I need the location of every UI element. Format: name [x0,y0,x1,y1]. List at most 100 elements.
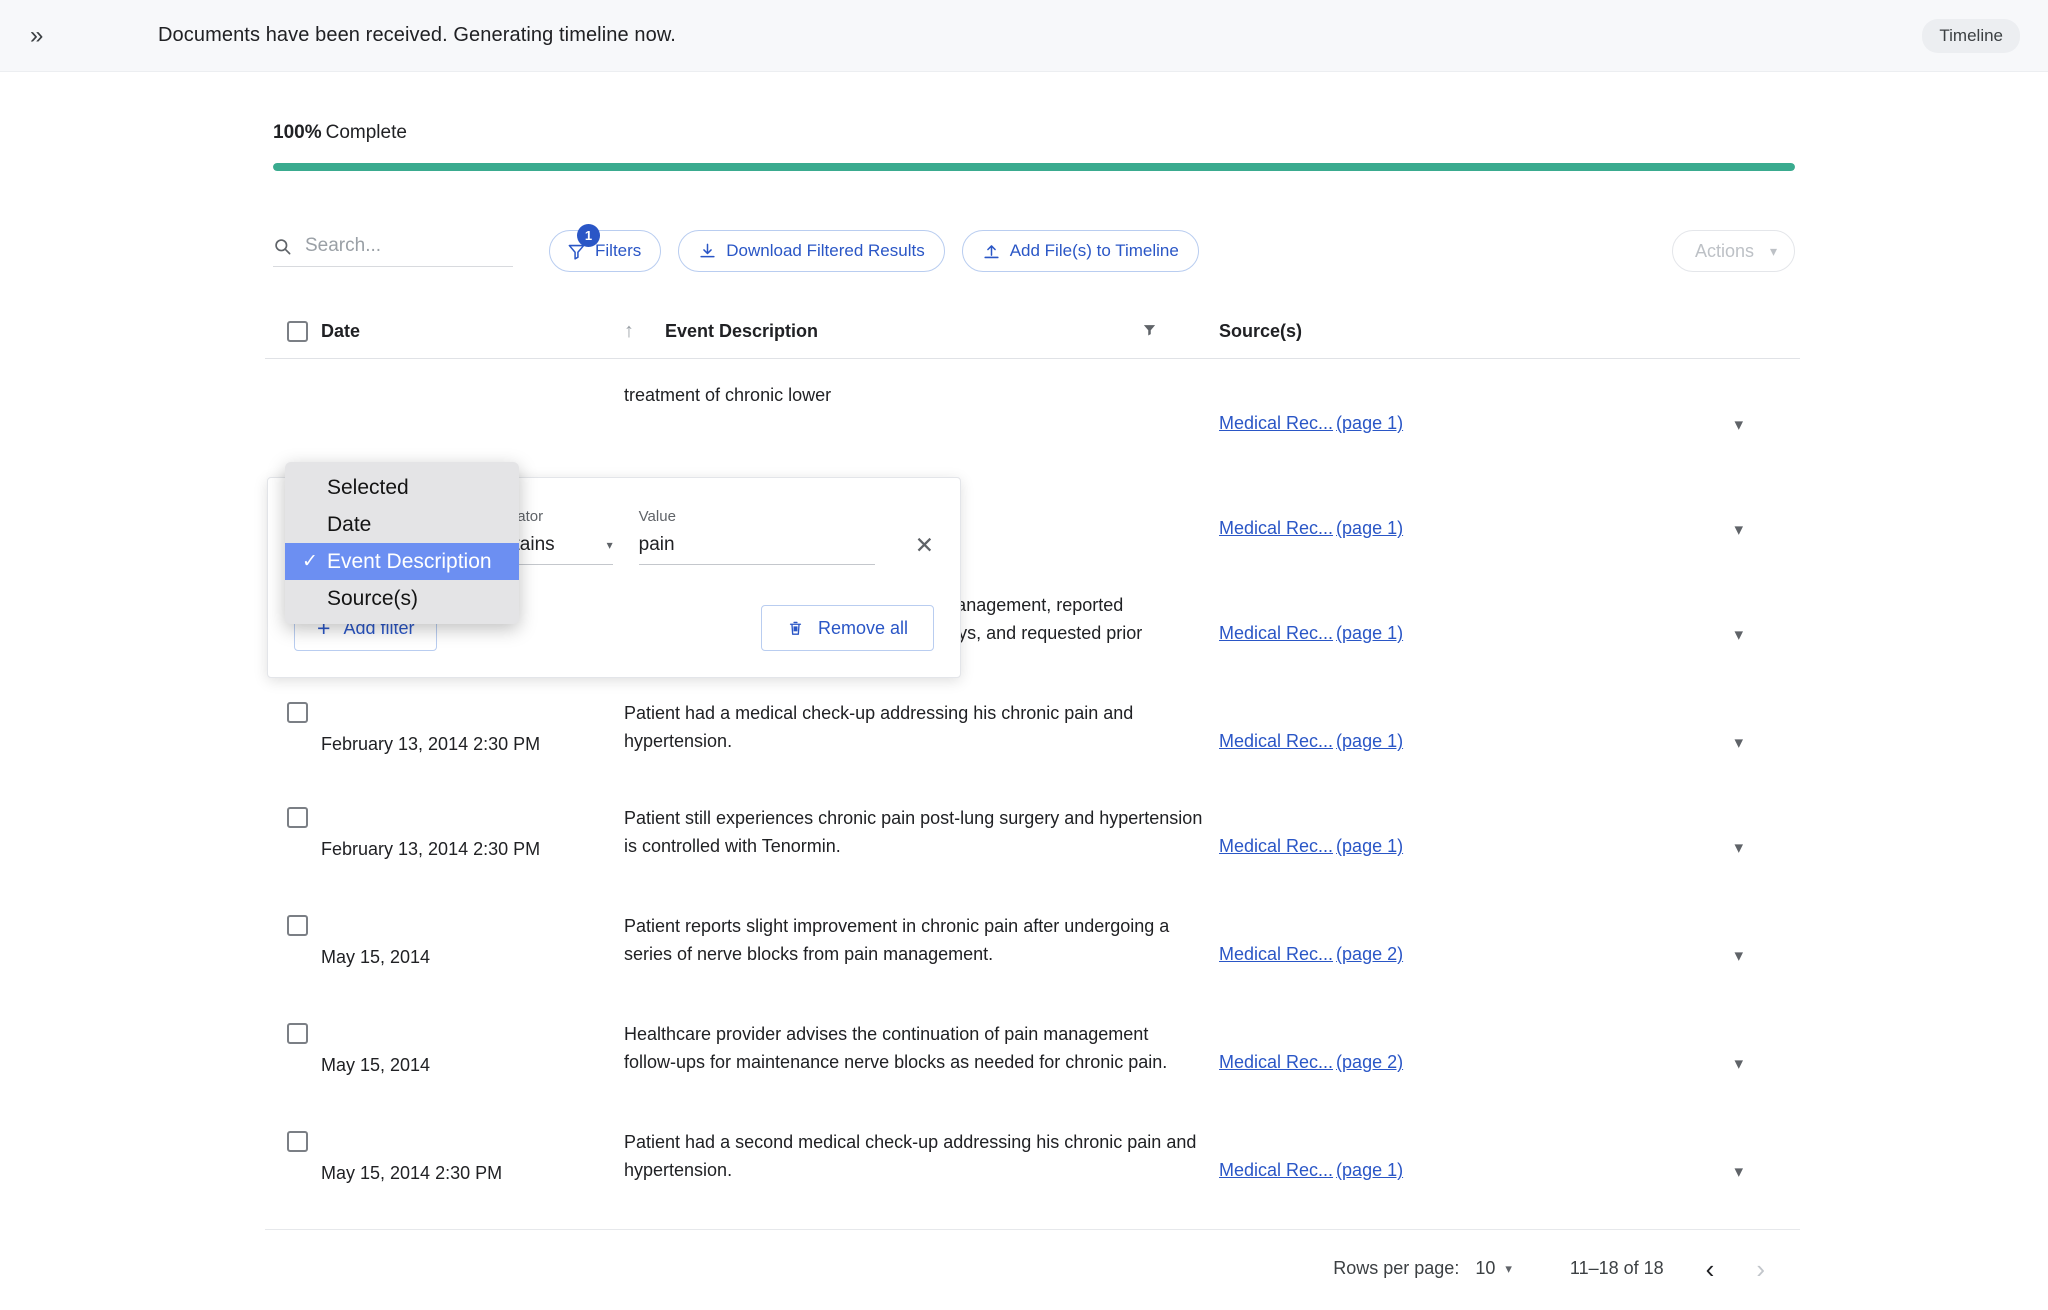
search-box[interactable] [273,235,513,267]
select-option-selected[interactable]: Selected [285,469,519,506]
table-row[interactable]: February 13, 2014 2:30 PM Patient had a m… [265,677,1800,782]
row-checkbox[interactable] [287,915,308,936]
row-expand-cell: ▾ [1619,591,1800,645]
select-option-event-description[interactable]: ✓ Event Description [285,543,519,580]
chevron-down-icon[interactable]: ▾ [1734,699,1743,753]
select-option-source-s[interactable]: Source(s) [285,580,519,617]
select-option-label: Source(s) [327,586,419,610]
chevron-down-icon[interactable]: ▾ [1734,1128,1743,1182]
search-input[interactable] [305,235,513,257]
progress-section: 100% Complete [273,122,1795,171]
source-page-link[interactable]: (page 1) [1336,731,1403,751]
chevron-down-icon[interactable]: ▾ [1734,1020,1743,1074]
row-select-cell [265,1128,321,1152]
download-filtered-results-button[interactable]: Download Filtered Results [678,230,945,272]
table-row[interactable]: February 13, 2014 2:30 PM Patient still e… [265,782,1800,890]
remove-filter-icon[interactable]: ✕ [915,532,934,559]
select-option-label: Date [327,512,372,536]
timeline-chip[interactable]: Timeline [1922,18,2020,53]
source-page-link[interactable]: (page 1) [1336,1160,1403,1180]
source-link[interactable]: Medical Rec... [1219,944,1333,964]
remove-all-label: Remove all [817,617,908,638]
chevron-down-icon[interactable]: ▾ [1734,486,1743,540]
cell-sources: Medical Rec... (page 1) [1219,486,1619,539]
source-page-link[interactable]: (page 2) [1336,944,1403,964]
row-expand-cell: ▾ [1619,381,1800,435]
source-link[interactable]: Medical Rec... [1219,731,1333,751]
source-link[interactable]: Medical Rec... [1219,836,1333,856]
row-checkbox[interactable] [287,702,308,723]
row-checkbox[interactable] [287,807,308,828]
select-option-label: Event Description [327,549,492,573]
expand-sidebar-icon[interactable]: » [30,23,60,48]
cell-event-description: treatment of chronic lower [624,385,832,405]
row-expand-cell: ▾ [1619,1128,1800,1182]
row-expand-cell: ▾ [1619,486,1800,540]
column-select-dropdown[interactable]: Selected Date ✓ Event Description Source(s) [285,462,519,624]
source-link[interactable]: Medical Rec... [1219,1052,1333,1072]
filter-value-label: Value [638,508,676,525]
cell-sources: Medical Rec... (page 1) [1219,699,1619,752]
table-footer: Rows per page: 10 ▾ 11–18 of 18 ‹ › [265,1229,1800,1307]
row-checkbox[interactable] [287,1131,308,1152]
row-expand-cell: ▾ [1619,912,1800,966]
select-option-date[interactable]: Date [285,506,519,543]
filter-value-text: pain [638,534,675,555]
select-all-checkbox[interactable] [287,321,308,342]
header-sources[interactable]: Source(s) [1219,321,1619,342]
add-files-to-timeline-button[interactable]: Add File(s) to Timeline [961,230,1199,272]
source-page-link[interactable]: (page 2) [1336,1052,1403,1072]
chevron-down-icon[interactable]: ▾ [1734,591,1743,645]
add-files-button-label: Add File(s) to Timeline [1009,241,1179,260]
cell-sources: Medical Rec... (page 1) [1219,1128,1619,1181]
table-row[interactable]: treatment of chronic lower Medical Rec...… [265,359,1800,464]
filters-button-label: Filters [595,241,642,260]
filters-button[interactable]: 1 Filters [549,224,662,272]
cell-event-description: Healthcare provider advises the continua… [624,1024,1168,1073]
previous-page-button[interactable]: ‹ [1706,1256,1715,1282]
progress-percent: 100% [273,122,322,143]
cell-sources: Medical Rec... (page 1) [1219,591,1619,644]
source-link[interactable]: Medical Rec... [1219,413,1333,433]
source-page-link[interactable]: (page 1) [1336,413,1403,433]
chevron-down-icon[interactable]: ▾ [1734,804,1743,858]
header-event-description[interactable]: ↑ Event Description [624,320,1219,343]
cell-event-description: Patient had a medical check-up addressin… [624,703,1134,752]
cell-event-description: Patient still experiences chronic pain p… [624,808,1203,857]
chevron-down-icon: ▾ [606,538,613,552]
table-row[interactable]: May 15, 2014 Patient reports slight impro… [265,890,1800,998]
column-filter-icon[interactable] [1142,321,1157,342]
actions-button-label: Actions [1694,240,1754,261]
filter-value-field: Value pain [638,508,875,565]
filter-value-input[interactable]: pain [638,534,875,565]
chevron-down-icon: ▾ [1505,1260,1512,1276]
source-page-link[interactable]: (page 1) [1336,518,1403,538]
rows-per-page-select[interactable]: 10 ▾ [1475,1258,1512,1279]
source-link[interactable]: Medical Rec... [1219,518,1333,538]
check-icon: ✓ [302,551,318,572]
download-icon [700,243,715,257]
header-date[interactable]: Date [321,321,624,342]
upload-icon [984,244,999,258]
source-page-link[interactable]: (page 1) [1336,836,1403,856]
select-option-label: Selected [327,475,409,499]
source-link[interactable]: Medical Rec... [1219,1160,1333,1180]
cell-sources: Medical Rec... (page 1) [1219,381,1619,434]
next-page-button: › [1756,1253,1765,1284]
source-link[interactable]: Medical Rec... [1219,623,1333,643]
actions-button[interactable]: Actions ▾ [1671,230,1795,272]
chevron-down-icon[interactable]: ▾ [1734,912,1743,966]
source-page-link[interactable]: (page 1) [1336,623,1403,643]
table-row[interactable]: May 15, 2014 Healthcare provider advises … [265,998,1800,1106]
sort-ascending-icon[interactable]: ↑ [624,320,634,343]
table-header-row: Date ↑ Event Description Source(s) [265,305,1800,359]
row-checkbox[interactable] [287,1023,308,1044]
table-row[interactable]: May 15, 2014 2:30 PM Patient had a second… [265,1106,1800,1211]
row-select-cell [265,699,321,723]
cell-date: May 15, 2014 [321,947,431,967]
chevron-down-icon[interactable]: ▾ [1734,381,1743,435]
cell-sources: Medical Rec... (page 2) [1219,912,1619,965]
remove-all-button[interactable]: Remove all [760,605,934,651]
trash-icon [789,621,802,635]
main-content: 100%Complete 1 Filters Downlo [0,122,2048,1307]
